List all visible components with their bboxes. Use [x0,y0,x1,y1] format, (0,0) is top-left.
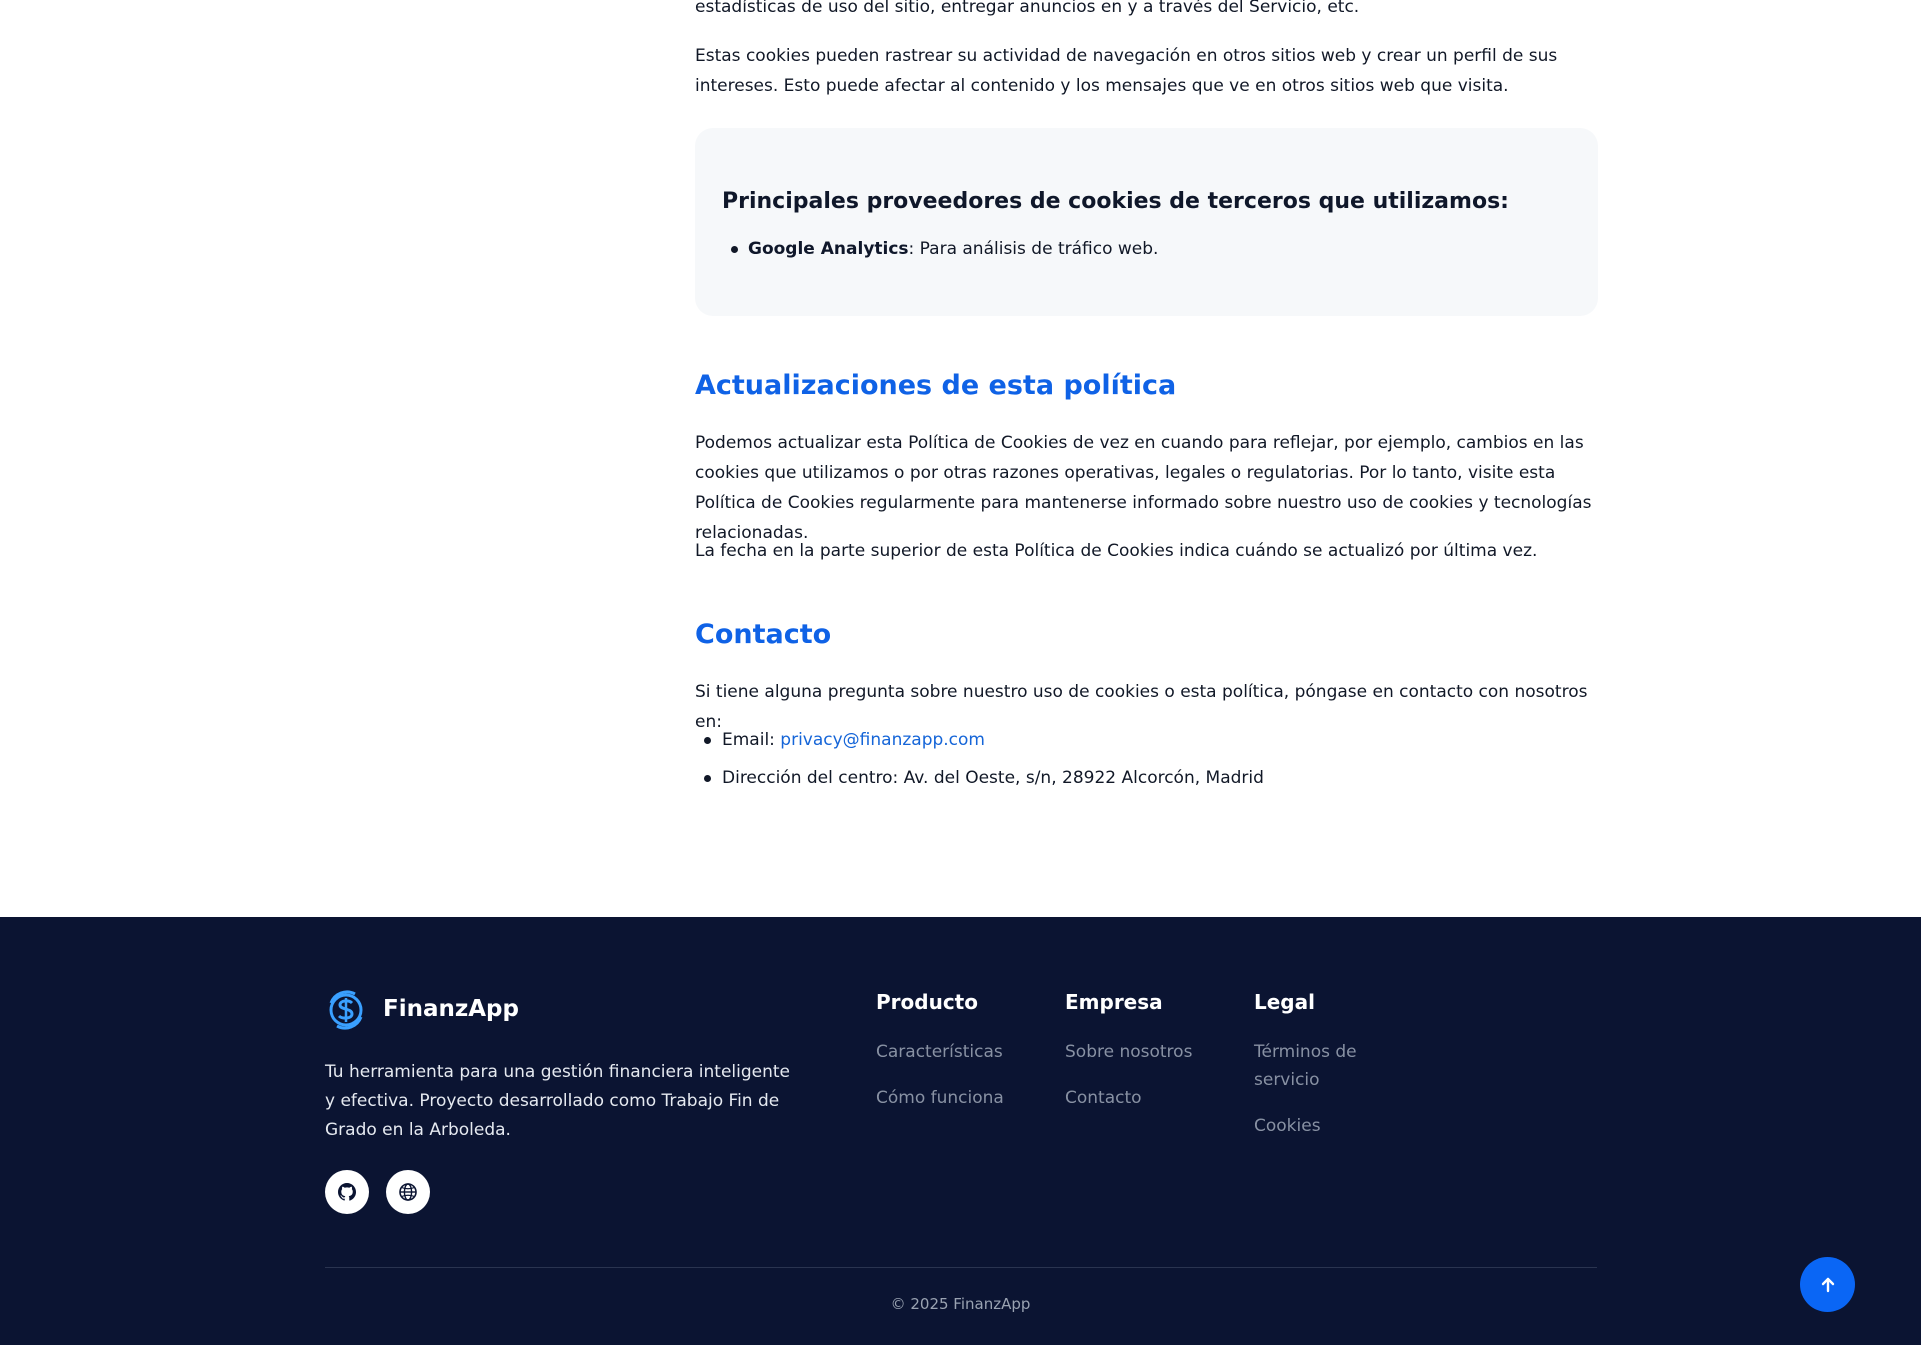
footer-col-title-legal: Legal [1254,990,1315,1014]
arrow-up-icon [1821,1277,1834,1292]
footer-link-terminos[interactable]: Términos de servicio [1254,1038,1374,1094]
provider-desc: : Para análisis de tráfico web. [908,239,1159,259]
contact-address-item: Dirección del centro: Av. del Oeste, s/n… [722,768,1264,788]
providers-box [695,128,1598,316]
provider-name: Google Analytics [748,239,909,259]
bullet-dot [731,246,738,253]
paragraph-fragment: estadísticas de uso del sitio, entregar … [695,0,1360,17]
paragraph-tracking: Estas cookies pueden rastrear su activid… [695,46,1558,96]
finanzapp-logo-icon[interactable] [325,989,367,1031]
provider-item: Google Analytics: Para análisis de tráfi… [748,234,1158,264]
footer-link-cookies[interactable]: Cookies [1254,1112,1321,1140]
footer-col-title-empresa: Empresa [1065,990,1163,1014]
scroll-to-top-button[interactable] [1800,1257,1855,1312]
footer-link-como-funciona[interactable]: Cómo funciona [876,1084,1004,1112]
footer-link-contacto[interactable]: Contacto [1065,1084,1142,1112]
providers-title: Principales proveedores de cookies de te… [722,189,1509,214]
footer-link-sobre-nosotros[interactable]: Sobre nosotros [1065,1038,1192,1066]
footer-divider [325,1267,1597,1268]
section-heading-contact: Contacto [695,619,832,650]
paragraph-updates-1: Podemos actualizar esta Política de Cook… [695,433,1592,543]
footer-brand-name[interactable]: FinanzApp [383,993,519,1025]
footer-copyright: © 2025 FinanzApp [890,1295,1031,1313]
paragraph-updates-2: La fecha en la parte superior de esta Po… [695,541,1538,561]
footer-col-title-producto: Producto [876,990,978,1014]
bullet-dot [704,737,711,744]
contact-email-item: Email: privacy@finanzapp.com [722,725,985,755]
site-footer [0,917,1921,1345]
footer-link-caracteristicas[interactable]: Características [876,1038,1003,1066]
footer-description: Tu herramienta para una gestión financie… [325,1062,791,1140]
email-link[interactable]: privacy@finanzapp.com [780,730,985,750]
bullet-dot [704,775,711,782]
email-label: Email: [722,730,781,750]
globe-icon[interactable] [386,1170,430,1214]
github-icon[interactable] [325,1170,369,1214]
section-heading-updates: Actualizaciones de esta política [695,370,1177,401]
